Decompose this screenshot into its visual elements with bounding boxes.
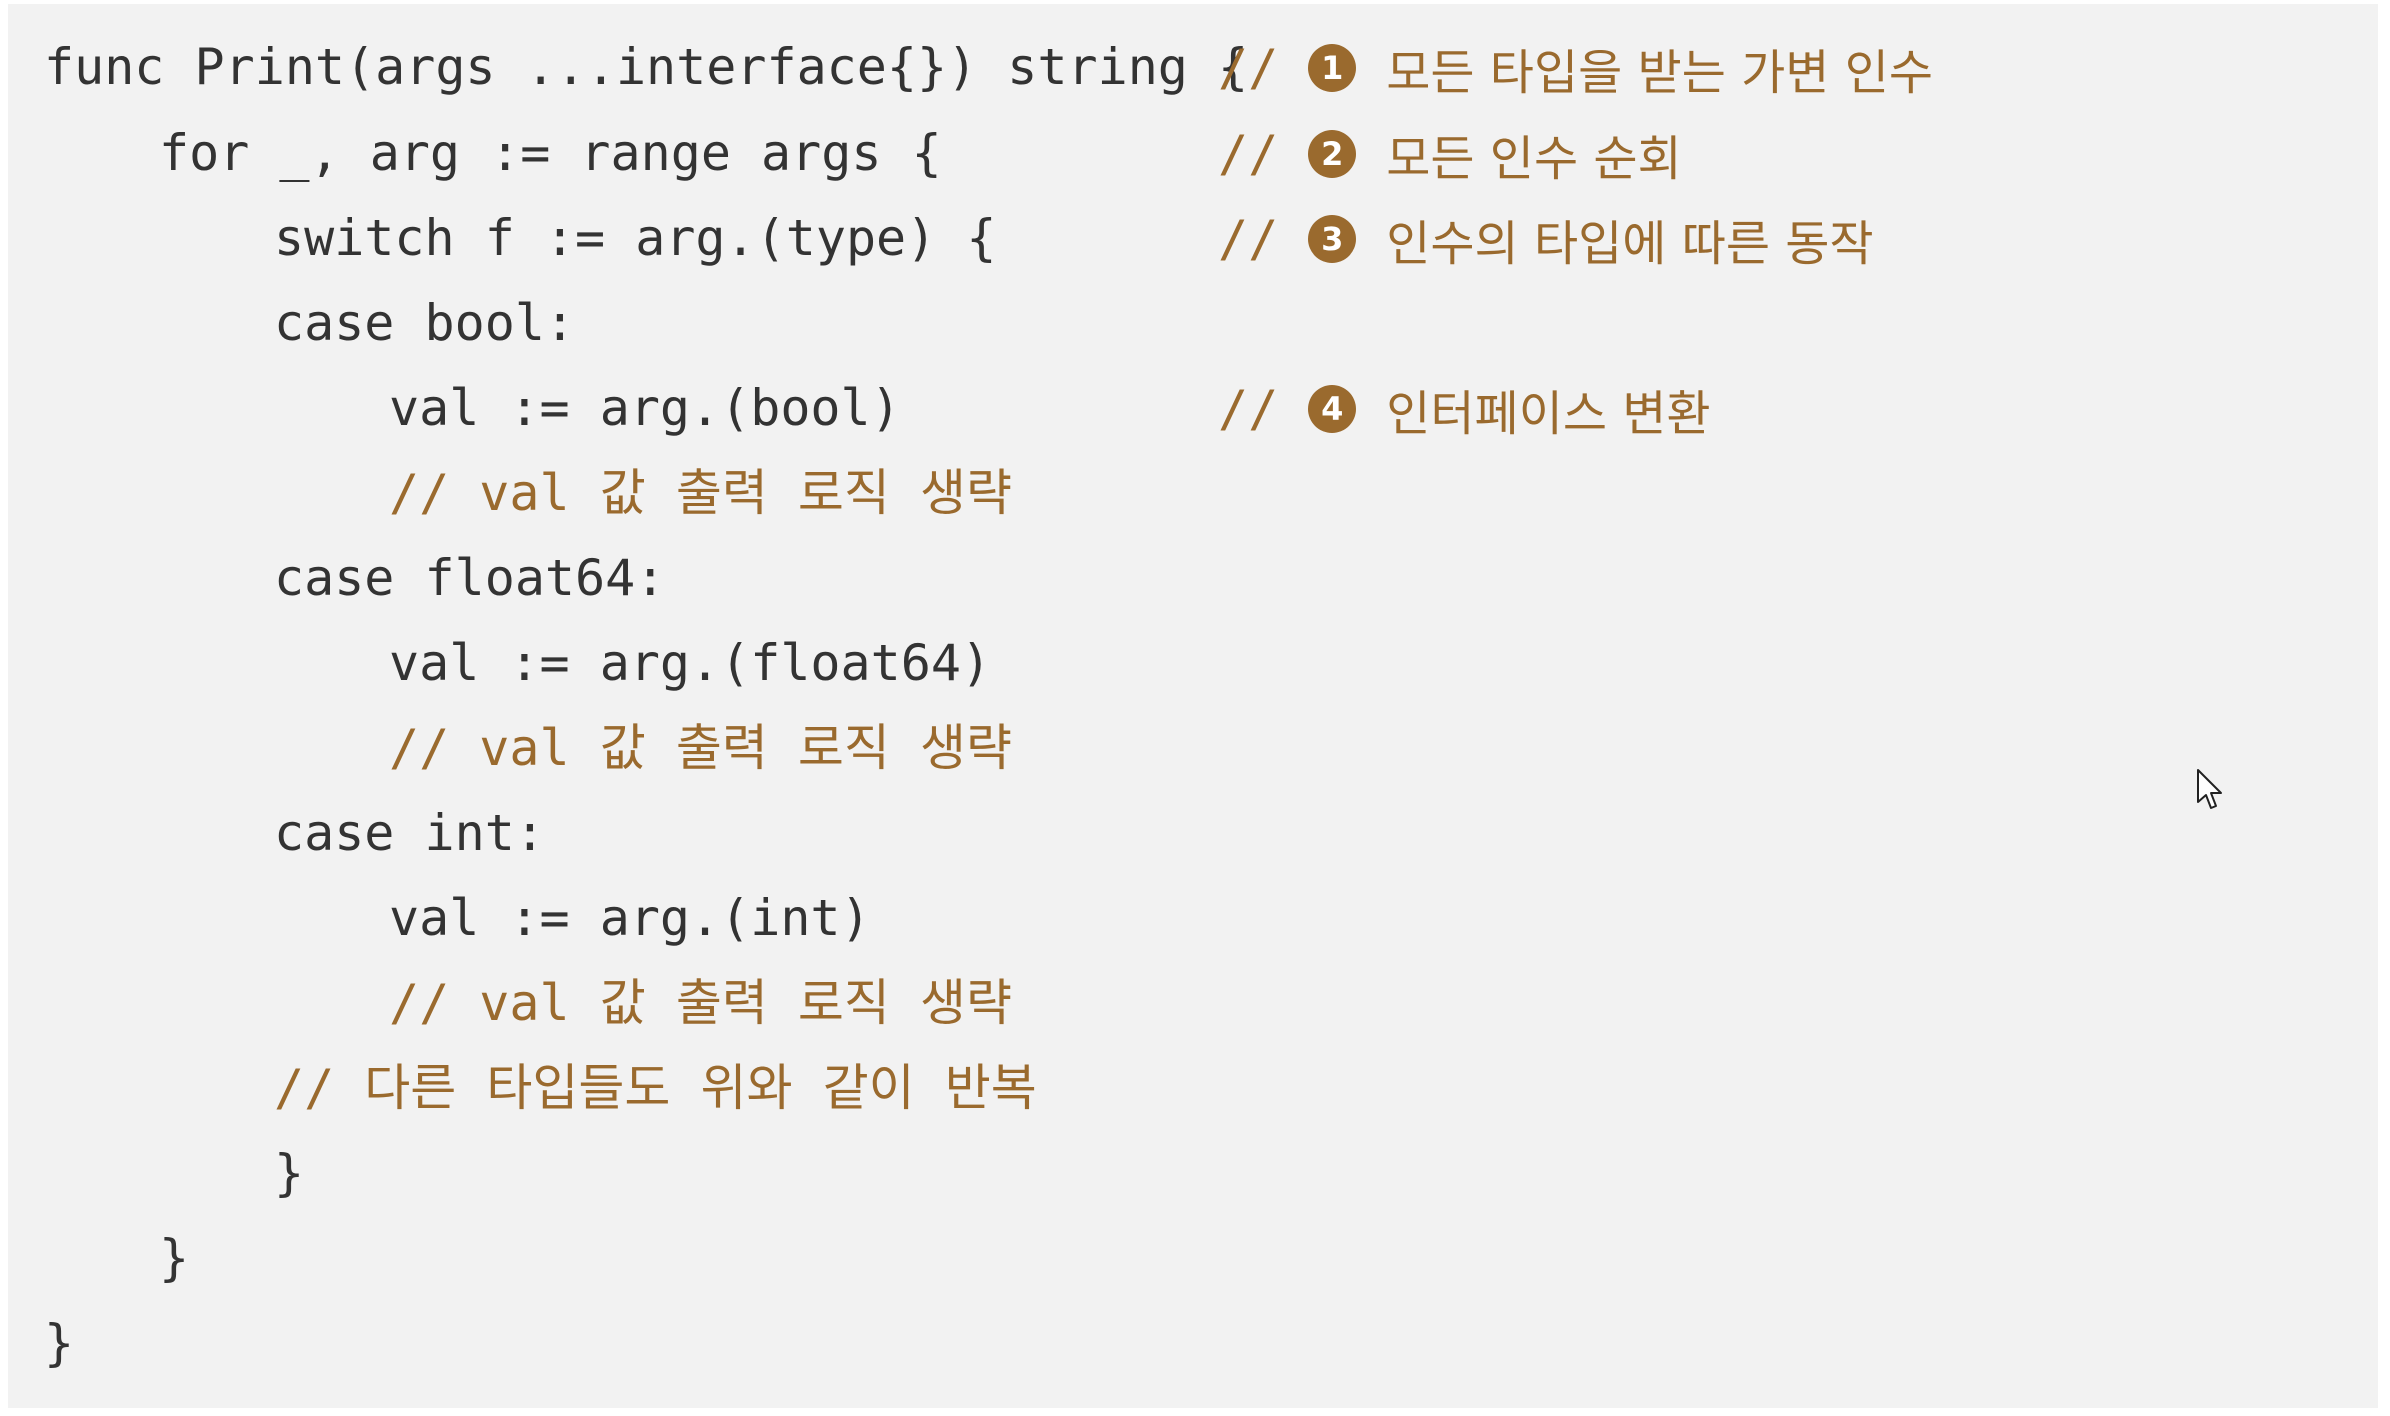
code-text: val := arg.(int): [389, 889, 871, 947]
code-line-1: func Print(args ...interface{}) string {…: [8, 25, 2378, 110]
code-line-15: }: [8, 1216, 2378, 1301]
number-badge-1: 1: [1308, 43, 1357, 92]
annotation-4: // 4 인터페이스 변환: [1218, 366, 1711, 451]
code-comment: // val 값 출력 로직 생략: [389, 464, 1013, 522]
code-line-3: switch f := arg.(type) { // 3 인수의 타입에 따른…: [8, 196, 2378, 281]
number-badge-4: 4: [1308, 384, 1357, 433]
code-text: func Print(args ...interface{}) string {: [44, 38, 1249, 96]
code-line-5: val := arg.(bool) // 4 인터페이스 변환: [8, 366, 2378, 451]
code-line-10: case int:: [8, 791, 2378, 876]
annotation-text: 모든 타입을 받는 가변 인수: [1386, 44, 1934, 101]
mouse-pointer-icon: [2197, 769, 2222, 809]
annotation-2: // 2 모든 인수 순회: [1218, 111, 1682, 196]
annotation-text: 인터페이스 변환: [1386, 385, 1711, 442]
comment-slashes: //: [1218, 38, 1279, 97]
code-listing: func Print(args ...interface{}) string {…: [8, 4, 2378, 1408]
annotation-3: // 3 인수의 타입에 따른 동작: [1218, 196, 1874, 281]
code-line-12: // val 값 출력 로직 생략: [8, 961, 2378, 1046]
comment-slashes: //: [1218, 124, 1279, 183]
code-comment: // val 값 출력 로직 생략: [389, 974, 1013, 1032]
code-line-11: val := arg.(int): [8, 876, 2378, 961]
code-text: }: [44, 1314, 75, 1372]
code-text: case int:: [274, 804, 545, 862]
annotation-text: 인수의 타입에 따른 동작: [1386, 215, 1874, 272]
code-line-8: val := arg.(float64): [8, 621, 2378, 706]
code-line-14: }: [8, 1131, 2378, 1216]
code-text: case bool:: [274, 294, 576, 352]
code-text: }: [159, 1229, 190, 1287]
code-text: for _, arg := range args {: [159, 124, 942, 182]
code-text: val := arg.(bool): [389, 379, 901, 437]
code-line-6: // val 값 출력 로직 생략: [8, 451, 2378, 536]
annotation-1: // 1 모든 타입을 받는 가변 인수: [1218, 25, 1933, 110]
number-badge-2: 2: [1308, 129, 1357, 178]
code-line-9: // val 값 출력 로직 생략: [8, 706, 2378, 791]
code-line-4: case bool:: [8, 281, 2378, 366]
code-comment: // 다른 타입들도 위와 같이 반복: [274, 1059, 1037, 1117]
code-text: }: [274, 1144, 305, 1202]
comment-slashes: //: [1218, 379, 1279, 438]
code-line-7: case float64:: [8, 536, 2378, 621]
code-text: switch f := arg.(type) {: [274, 209, 997, 267]
comment-slashes: //: [1218, 209, 1279, 268]
code-text: case float64:: [274, 549, 666, 607]
code-text: val := arg.(float64): [389, 634, 992, 692]
annotation-text: 모든 인수 순회: [1386, 130, 1682, 187]
number-badge-3: 3: [1308, 214, 1357, 263]
code-line-2: for _, arg := range args { // 2 모든 인수 순회: [8, 111, 2378, 196]
code-line-13: // 다른 타입들도 위와 같이 반복: [8, 1046, 2378, 1131]
code-comment: // val 값 출력 로직 생략: [389, 719, 1013, 777]
code-line-16: }: [8, 1301, 2378, 1386]
